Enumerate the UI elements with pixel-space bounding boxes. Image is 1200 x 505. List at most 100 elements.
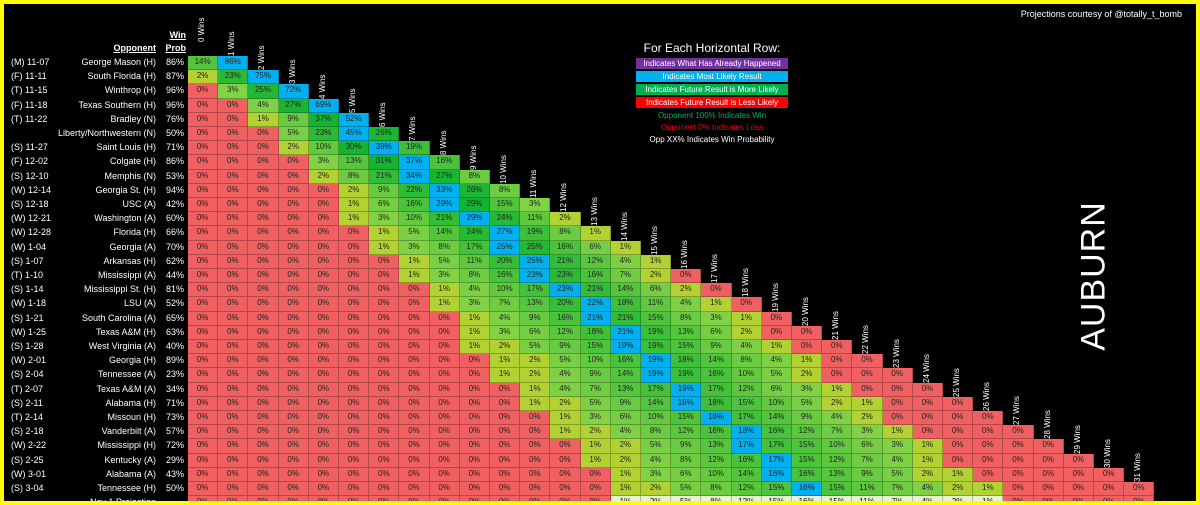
grid-cell: 0% (188, 354, 219, 369)
grid-cell: 0% (459, 453, 490, 468)
grid-cell: 0% (248, 382, 279, 397)
row-win-prob: 42% (165, 199, 184, 209)
grid-cell: 20% (490, 254, 521, 269)
grid-cell: 16% (399, 198, 430, 213)
grid-cell: 1% (792, 354, 823, 369)
grid-cell: 0% (490, 496, 521, 501)
legend-item: Indicates Most Likely Result (636, 71, 788, 82)
grid-cell: 3% (520, 198, 551, 213)
grid-cell: 2% (520, 354, 551, 369)
grid-cell: 0% (218, 127, 249, 142)
grid-cell: 16% (792, 467, 823, 482)
row-win-prob: 50% (165, 128, 184, 138)
grid-cell: 16% (701, 425, 732, 440)
grid-cell: 6% (701, 325, 732, 340)
grid-cell: 1% (701, 297, 732, 312)
grid-cell: 0% (550, 482, 581, 497)
grid-cell: 0% (339, 297, 370, 312)
column-header: 31 Wins (1133, 453, 1143, 482)
grid-cell: 86% (218, 56, 249, 71)
grid-cell: 0% (369, 297, 400, 312)
grid-cell: 18% (701, 396, 732, 411)
grid-cell: 12% (550, 325, 581, 340)
column-header: 25 Wins (952, 367, 961, 397)
grid-cell: 1% (580, 453, 611, 468)
grid-cell: 0% (248, 283, 279, 298)
grid-cell: 16% (550, 311, 581, 326)
grid-cell: 31% (369, 155, 400, 170)
grid-cell: 4% (490, 311, 521, 326)
column-header: 26 Wins (982, 382, 992, 411)
grid-cell: 21% (429, 212, 460, 227)
grid-cell: 14% (761, 411, 792, 426)
grid-cell: 25% (520, 254, 551, 269)
grid-cell: 0% (1033, 453, 1064, 468)
grid-cell: 0% (339, 496, 370, 501)
grid-cell: 22% (399, 183, 430, 198)
row-game-code: (S) 1-21 (11, 312, 44, 323)
grid-cell: 0% (399, 453, 430, 468)
grid-cell: 15% (490, 198, 521, 213)
grid-cell: 0% (248, 368, 279, 383)
grid-cell: 23% (550, 269, 581, 284)
grid-cell: 9% (550, 340, 581, 355)
grid-cell: 1% (731, 311, 762, 326)
grid-cell: 23% (218, 70, 249, 85)
grid-cell: 9% (852, 467, 883, 482)
grid-cell: 0% (912, 411, 943, 426)
grid-cell: 0% (399, 325, 430, 340)
grid-cell: 0% (278, 254, 309, 269)
row-opponent-name: USC (A) (122, 199, 157, 209)
grid-cell: 8% (701, 482, 732, 497)
column-header: 8 Wins (438, 130, 448, 156)
grid-cell: 0% (218, 155, 249, 170)
grid-cell: 2% (308, 169, 339, 184)
row-game-code: (T) 2-07 (11, 383, 44, 394)
grid-cell: 1% (550, 425, 581, 440)
grid-cell: 0% (973, 467, 1004, 482)
grid-cell: 19% (671, 382, 702, 397)
grid-cell: 3% (369, 212, 400, 227)
grid-cell: 1% (520, 382, 551, 397)
grid-cell: 4% (550, 382, 581, 397)
grid-cell: 27% (490, 226, 521, 241)
grid-cell: 0% (882, 382, 913, 397)
grid-cell: 0% (369, 425, 400, 440)
grid-cell: 0% (429, 340, 460, 355)
grid-cell: 14% (731, 467, 762, 482)
grid-cell: 0% (278, 240, 309, 255)
grid-cell: 0% (1033, 439, 1064, 454)
grid-cell: 16% (429, 155, 460, 170)
grid-cell: 2% (490, 340, 521, 355)
grid-cell: 0% (490, 482, 521, 497)
grid-cell: 0% (399, 297, 430, 312)
grid-cell: 0% (248, 453, 279, 468)
grid-cell: 1% (943, 467, 974, 482)
grid-cell: 0% (429, 354, 460, 369)
grid-cell: 0% (218, 439, 249, 454)
grid-cell: 0% (490, 467, 521, 482)
grid-cell: 0% (1003, 496, 1034, 501)
grid-cell: 0% (550, 439, 581, 454)
grid-cell: 1% (973, 482, 1004, 497)
grid-cell: 26% (459, 183, 490, 198)
grid-cell: 3% (852, 425, 883, 440)
grid-cell: 0% (580, 467, 611, 482)
grid-cell: 3% (399, 240, 430, 255)
grid-cell: 7% (882, 482, 913, 497)
row-win-prob: 87% (165, 71, 184, 82)
grid-cell: 0% (852, 354, 883, 369)
row-win-prob: 70% (165, 241, 184, 252)
grid-cell: 0% (248, 254, 279, 269)
grid-cell: 2% (943, 482, 974, 497)
row-opponent-name: Kentucky (A) (104, 454, 156, 465)
column-header: 24 Wins (921, 353, 931, 383)
grid-cell: 2% (641, 269, 672, 284)
grid-cell: 75% (248, 70, 279, 85)
grid-cell: 0% (459, 496, 490, 501)
grid-cell: 0% (459, 368, 490, 383)
grid-cell: 1% (550, 411, 581, 426)
row-opponent-name: Saint Louis (H) (96, 142, 156, 153)
grid-cell: 3% (792, 382, 823, 397)
grid-cell: 9% (520, 311, 551, 326)
